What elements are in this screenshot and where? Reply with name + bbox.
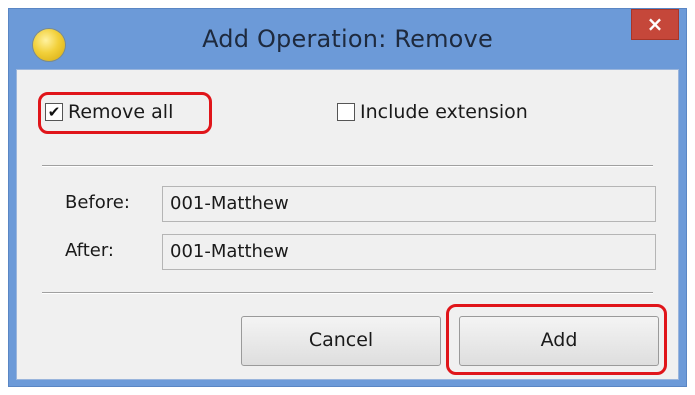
include-extension-label: Include extension	[360, 101, 528, 123]
add-button-highlight	[446, 304, 667, 375]
title-bar[interactable]: Add Operation: Remove ×	[9, 9, 686, 68]
before-label: Before:	[65, 192, 130, 213]
before-field: 001-Matthew	[162, 186, 656, 222]
dialog-window: Add Operation: Remove × ✔ Remove all Inc…	[8, 8, 687, 387]
dialog-body: ✔ Remove all Include extension Before: 0…	[16, 69, 679, 380]
cancel-button[interactable]: Cancel	[241, 316, 441, 366]
remove-all-highlight	[38, 92, 212, 134]
include-extension-checkbox[interactable]: Include extension	[337, 101, 528, 123]
include-extension-checkbox-box[interactable]	[337, 103, 355, 121]
separator-bottom	[42, 292, 653, 294]
separator-top	[42, 165, 653, 167]
after-label: After:	[65, 240, 114, 261]
close-icon: ×	[646, 12, 664, 36]
dialog-title: Add Operation: Remove	[202, 25, 493, 53]
close-button[interactable]: ×	[631, 9, 679, 40]
after-field: 001-Matthew	[162, 234, 656, 270]
